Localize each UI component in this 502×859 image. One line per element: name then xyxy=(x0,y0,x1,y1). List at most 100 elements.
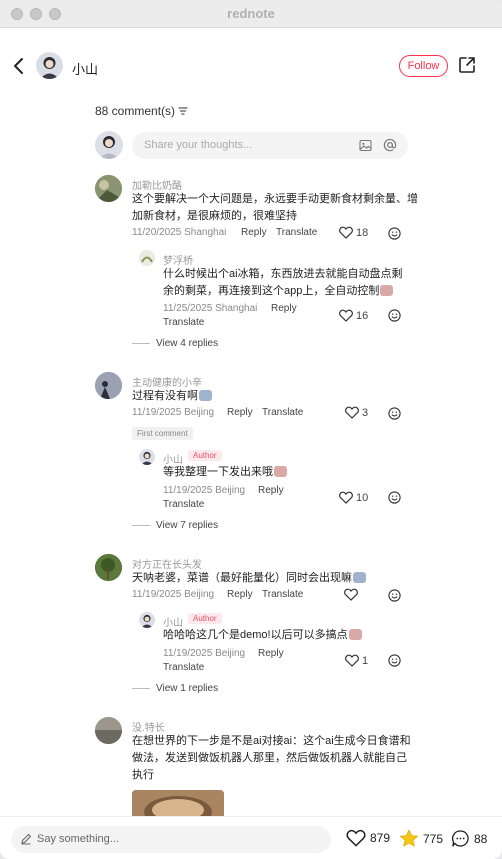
commenter-avatar[interactable] xyxy=(95,717,122,744)
post-like-button[interactable]: 879 xyxy=(346,829,390,847)
sticker-icon xyxy=(353,572,366,583)
reply-meta: 11/25/2025 Shanghai xyxy=(163,303,258,314)
reply-button[interactable]: Reply xyxy=(258,648,284,659)
heart-icon xyxy=(339,491,353,504)
like-button[interactable]: 16 xyxy=(339,309,368,322)
sticker-icon xyxy=(348,629,362,640)
translate-button[interactable]: Translate xyxy=(163,499,204,510)
post-collect-count: 775 xyxy=(423,831,444,846)
reply-avatar[interactable] xyxy=(139,449,155,465)
app-title: rednote xyxy=(227,6,275,21)
post-comments-button[interactable]: 88 xyxy=(451,829,487,848)
bottom-bar: Say something... 879 775 88 xyxy=(0,816,502,859)
say-something-input[interactable]: Say something... xyxy=(11,826,331,853)
commenter-name[interactable]: 主动健康的小辛 xyxy=(132,374,202,389)
reply-text: 什么时候出个ai冰箱，东西放进去就能自动盘点剩余的剩菜，再连接到这个app上，全… xyxy=(163,268,403,297)
reply-button[interactable]: Reply xyxy=(241,227,267,238)
comment-meta: 11/19/2025 Beijing xyxy=(132,407,215,418)
heart-icon xyxy=(344,588,358,601)
commenter-name[interactable]: 加勒比奶酪 xyxy=(132,177,182,192)
comment-text: 这个要解决一个大问题是，永远要手动更新食材剩余量、增加新食材，是很麻烦的，很难坚… xyxy=(132,193,418,222)
heart-icon xyxy=(345,406,359,419)
commenter-name[interactable]: 对方正在长头发 xyxy=(132,556,202,571)
reply-button[interactable]: Reply xyxy=(227,589,253,600)
author-avatar[interactable] xyxy=(36,52,63,79)
my-avatar xyxy=(95,131,123,159)
emoji-react-icon[interactable] xyxy=(388,407,401,420)
comment-text: 天呐老婆，菜谱（最好能量化）同时会出现嘛 xyxy=(132,570,422,587)
emoji-react-icon[interactable] xyxy=(388,589,401,602)
translate-button[interactable]: Translate xyxy=(262,407,303,418)
image-icon[interactable] xyxy=(359,139,372,152)
follow-button[interactable]: Follow xyxy=(399,55,448,77)
view-replies-button[interactable]: View 1 replies xyxy=(132,683,218,694)
emoji-react-icon[interactable] xyxy=(388,227,401,240)
reply-meta: 11/19/2025 Beijing xyxy=(163,485,246,496)
reply-avatar[interactable] xyxy=(139,612,155,628)
sticker-icon xyxy=(199,390,212,401)
comment-count: 88 comment(s) xyxy=(95,104,176,118)
like-button[interactable]: 1 xyxy=(345,654,368,667)
like-count: 10 xyxy=(356,491,369,504)
comment-bubble-icon xyxy=(452,830,469,847)
reply-avatar[interactable] xyxy=(139,250,155,266)
post-comment-count: 88 xyxy=(474,831,488,846)
emoji-react-icon[interactable] xyxy=(388,654,401,667)
comment-text: 过程有没有啊 xyxy=(132,388,422,405)
like-count: 18 xyxy=(356,226,369,239)
view-replies-button[interactable]: View 4 replies xyxy=(132,338,218,349)
pencil-icon xyxy=(21,833,32,845)
comment-meta: 11/19/2025 Beijing xyxy=(132,589,215,600)
replier-name[interactable]: 梦浮桥 xyxy=(163,252,193,267)
like-button[interactable]: 18 xyxy=(339,226,368,239)
like-button[interactable]: 10 xyxy=(339,491,368,504)
sort-icon[interactable] xyxy=(178,106,188,116)
heart-icon xyxy=(339,309,353,322)
reply-button[interactable]: Reply xyxy=(271,303,297,314)
like-count: 1 xyxy=(362,654,369,667)
post-like-count: 879 xyxy=(370,831,391,845)
heart-icon xyxy=(346,829,366,847)
sticker-icon xyxy=(274,466,287,477)
title-bar: rednote xyxy=(0,0,502,28)
comment-meta: 11/20/2025 Shanghai xyxy=(132,227,227,238)
reply-button[interactable]: Reply xyxy=(258,485,284,496)
share-icon[interactable] xyxy=(458,56,476,74)
like-count: 16 xyxy=(356,309,369,322)
translate-button[interactable]: Translate xyxy=(262,589,303,600)
emoji-react-icon[interactable] xyxy=(388,491,401,504)
app-window: rednote 小山 Follow 88 comment(s) Share yo… xyxy=(0,0,502,859)
say-something-placeholder: Say something... xyxy=(37,833,119,845)
post-collect-button[interactable]: 775 xyxy=(399,829,443,848)
commenter-avatar[interactable] xyxy=(95,554,122,581)
sticker-icon xyxy=(380,285,394,296)
reply-meta: 11/19/2025 Beijing xyxy=(163,648,246,659)
like-count: 3 xyxy=(362,406,369,419)
heart-icon xyxy=(339,226,353,239)
author-badge: Author xyxy=(188,613,222,624)
comment-input[interactable]: Share your thoughts... xyxy=(132,132,408,159)
reply-text: 哈哈哈这几个是demo!以后可以多搞点 xyxy=(163,627,403,644)
emoji-react-icon[interactable] xyxy=(388,309,401,322)
heart-icon xyxy=(345,654,359,667)
first-comment-badge: First comment xyxy=(132,427,193,440)
translate-button[interactable]: Translate xyxy=(276,227,317,238)
author-badge: Author xyxy=(188,450,222,461)
mention-icon[interactable] xyxy=(383,138,397,152)
comment-image[interactable] xyxy=(132,790,224,816)
reply-button[interactable]: Reply xyxy=(227,407,253,418)
back-arrow-icon[interactable] xyxy=(11,56,27,76)
comment-text: 在想世界的下一步是不是ai对接ai：这个ai生成今日食谱和做法，发送到做饭机器人… xyxy=(132,735,411,781)
commenter-name[interactable]: 没.特长 xyxy=(132,719,165,734)
commenter-avatar[interactable] xyxy=(95,175,122,202)
reply-text: 等我整理一下发出来哦 xyxy=(163,464,403,481)
star-icon xyxy=(400,829,418,847)
author-name[interactable]: 小山 xyxy=(72,59,98,78)
translate-button[interactable]: Translate xyxy=(163,317,204,328)
post-header: 小山 Follow xyxy=(0,28,502,106)
like-button[interactable]: 3 xyxy=(345,406,368,419)
view-replies-button[interactable]: View 7 replies xyxy=(132,520,218,531)
translate-button[interactable]: Translate xyxy=(163,662,204,673)
commenter-avatar[interactable] xyxy=(95,372,122,399)
like-button[interactable] xyxy=(344,588,361,601)
